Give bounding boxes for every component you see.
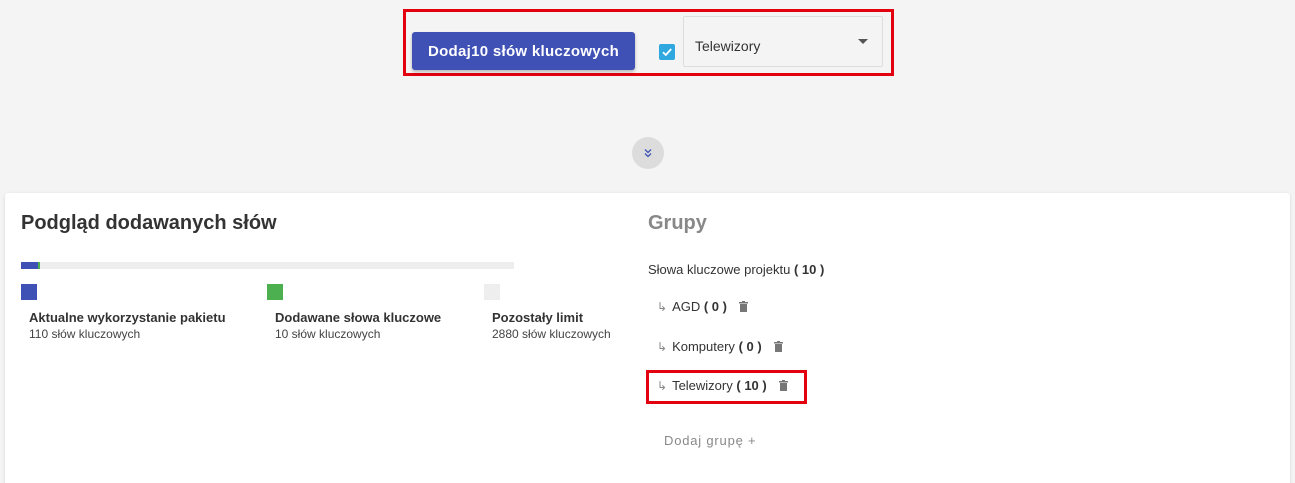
legend-subtitle: 110 słów kluczowych xyxy=(29,327,141,341)
usage-bar xyxy=(21,262,514,269)
legend-swatch-remaining xyxy=(484,284,500,300)
check-icon xyxy=(662,48,672,57)
double-chevron-down-icon xyxy=(644,149,652,158)
highlight-box-telewizory xyxy=(646,370,807,404)
legend-subtitle: 10 słów kluczowych xyxy=(275,327,381,341)
legend-swatch-used xyxy=(21,284,37,300)
groups-title: Grupy xyxy=(648,212,707,234)
group-count: ( 0 ) xyxy=(738,339,762,354)
subitem-arrow-icon: ↳ xyxy=(657,339,668,354)
trash-icon[interactable] xyxy=(738,301,748,312)
legend-title: Pozostały limit xyxy=(492,310,584,325)
caret-down-icon xyxy=(858,39,868,44)
legend-subtitle: 2880 słów kluczowych xyxy=(492,327,611,341)
legend-remaining-limit: Pozostały limit 2880 słów kluczowych xyxy=(484,284,611,341)
subitem-arrow-icon: ↳ xyxy=(657,299,668,314)
legend-swatch-added xyxy=(267,284,283,300)
preview-title: Podgląd dodawanych słów xyxy=(21,212,277,234)
add-keywords-button[interactable]: Dodaj10 słów kluczowych xyxy=(412,32,635,70)
add-group-button[interactable]: Dodaj grupę + xyxy=(664,433,756,448)
legend-current-usage: Aktualne wykorzystanie pakietu 110 słów … xyxy=(21,284,226,341)
expand-button[interactable] xyxy=(632,137,664,169)
legend-title: Aktualne wykorzystanie pakietu xyxy=(29,310,226,325)
group-select[interactable]: Telewizory xyxy=(683,16,883,67)
group-name: Komputery xyxy=(672,339,735,354)
project-keywords-line: Słowa kluczowe projektu ( 10 ) xyxy=(648,262,824,277)
legend-title: Dodawane słowa kluczowe xyxy=(275,310,442,325)
project-keywords-label: Słowa kluczowe projektu xyxy=(648,262,791,277)
usage-bar-added xyxy=(37,262,40,269)
group-row-agd[interactable]: ↳ AGD ( 0 ) xyxy=(657,299,748,314)
usage-bar-used xyxy=(21,262,38,269)
group-count: ( 0 ) xyxy=(703,299,727,314)
group-checkbox[interactable] xyxy=(659,44,675,60)
legend-added-keywords: Dodawane słowa kluczowe 10 słów kluczowy… xyxy=(267,284,441,341)
group-name: AGD xyxy=(672,299,701,314)
group-select-value: Telewizory xyxy=(695,38,761,54)
project-keywords-count: ( 10 ) xyxy=(793,262,825,277)
trash-icon[interactable] xyxy=(773,341,783,352)
group-row-komputery[interactable]: ↳ Komputery ( 0 ) xyxy=(657,339,783,354)
